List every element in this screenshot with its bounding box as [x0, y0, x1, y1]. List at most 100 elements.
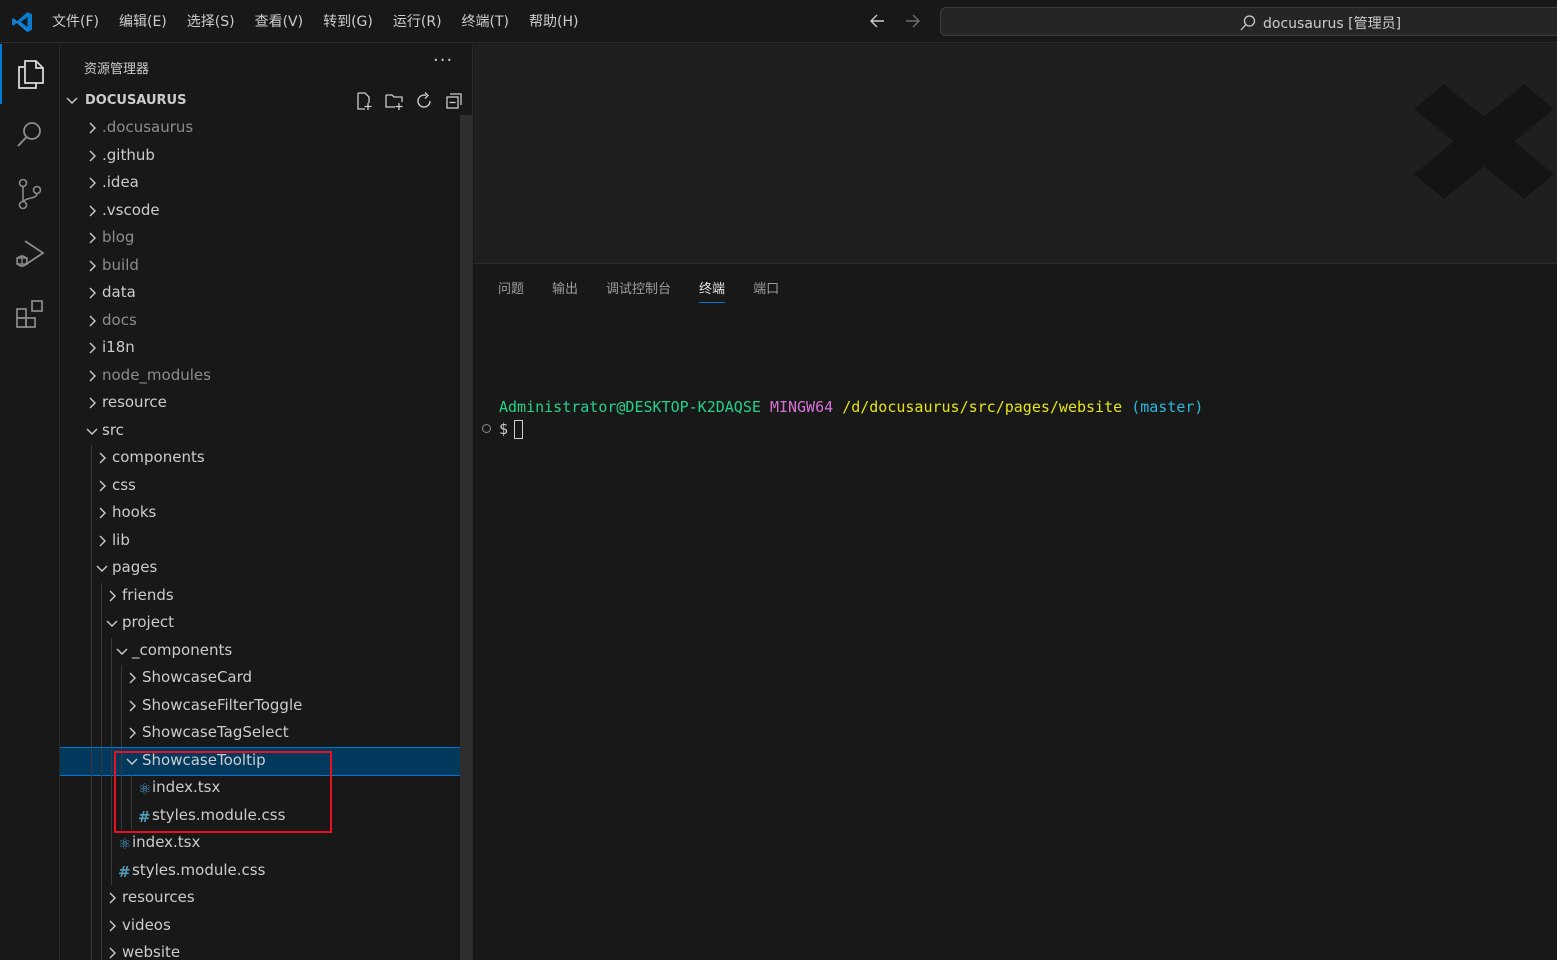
tree-item-label: _components: [132, 640, 233, 659]
tree-folder[interactable]: project: [60, 610, 472, 638]
indent-guide: [91, 472, 92, 500]
activity-run-debug[interactable]: [0, 224, 60, 284]
terminal-input-line: $: [482, 418, 1203, 440]
tree-item-label: website: [122, 943, 181, 960]
tree-folder[interactable]: resource: [60, 390, 472, 418]
tree-item-label: data: [102, 283, 136, 301]
sidebar-scrollbar[interactable]: [460, 115, 472, 960]
go-back-icon[interactable]: [868, 10, 888, 32]
panel-tab[interactable]: 终端: [699, 278, 726, 303]
panel-tab[interactable]: 调试控制台: [606, 278, 671, 303]
chevron-down-icon: [96, 565, 108, 572]
indent-guide: [101, 692, 102, 720]
indent-guide: [91, 692, 92, 720]
more-actions-icon[interactable]: ···: [433, 50, 453, 71]
menu-item[interactable]: 编辑(E): [109, 0, 177, 43]
tree-folder[interactable]: .github: [60, 143, 472, 171]
terminal-output[interactable]: Administrator@DESKTOP-K2DAQSE MINGW64 /d…: [482, 396, 1203, 440]
tree-folder[interactable]: docs: [60, 308, 472, 336]
activity-search[interactable]: [0, 104, 60, 164]
menu-item[interactable]: 终端(T): [452, 0, 519, 43]
chevron-right-icon: [89, 287, 96, 299]
menu-item[interactable]: 选择(S): [177, 0, 245, 43]
new-folder-icon[interactable]: [384, 91, 404, 111]
tree-file[interactable]: # styles.module.css: [60, 857, 472, 885]
editor-area: [474, 44, 1557, 263]
tree-folder[interactable]: ShowcaseTagSelect: [60, 720, 472, 748]
chevron-down-icon: [66, 97, 78, 104]
activity-explorer[interactable]: [0, 44, 60, 104]
menu-item[interactable]: 帮助(H): [519, 0, 588, 43]
tree-folder[interactable]: i18n: [60, 335, 472, 363]
chevron-right-icon: [89, 150, 96, 161]
chevron-right-icon: [109, 947, 116, 959]
tree-folder[interactable]: node_modules: [60, 363, 472, 391]
tree-folder[interactable]: videos: [60, 912, 472, 940]
menu-item[interactable]: 转到(G): [313, 0, 383, 43]
new-file-icon[interactable]: [354, 91, 374, 111]
indent-guide: [91, 747, 92, 775]
indent-guide: [101, 610, 102, 638]
tree-folder[interactable]: ShowcaseFilterToggle: [60, 692, 472, 720]
refresh-icon[interactable]: [414, 91, 434, 111]
tree-item-label: styles.module.css: [132, 860, 266, 879]
terminal-user: Administrator@DESKTOP-K2DAQSE: [499, 398, 761, 416]
command-decoration-icon[interactable]: [482, 424, 491, 433]
indent-guide: [111, 830, 112, 858]
indent-guide: [101, 747, 102, 775]
tree-item-label: src: [102, 420, 124, 439]
navigation-arrows: [868, 10, 922, 32]
terminal-prompt-line: Administrator@DESKTOP-K2DAQSE MINGW64 /d…: [499, 396, 1203, 418]
tree-folder[interactable]: ShowcaseCard: [60, 665, 472, 693]
tree-folder[interactable]: src: [60, 418, 472, 446]
activity-extensions[interactable]: [0, 284, 60, 344]
tree-folder[interactable]: .vscode: [60, 198, 472, 226]
indent-guide: [101, 637, 102, 665]
tree-item-label: .github: [102, 145, 155, 164]
indent-guide: [91, 830, 92, 858]
activity-bar: [0, 44, 60, 960]
css-file-icon: #: [118, 862, 131, 881]
go-forward-icon[interactable]: [902, 10, 922, 32]
sidebar-title: 资源管理器: [84, 62, 150, 77]
panel-tab[interactable]: 问题: [498, 278, 524, 303]
panel-tab[interactable]: 输出: [552, 278, 578, 303]
tree-item-label: components: [112, 448, 205, 466]
tree-folder[interactable]: data: [60, 280, 472, 308]
activity-source-control[interactable]: [0, 164, 60, 224]
command-center-search[interactable]: docusaurus [管理员]: [940, 7, 1557, 36]
tree-item-label: resource: [102, 393, 167, 411]
indent-guide: [101, 940, 102, 960]
menu-item[interactable]: 运行(R): [383, 0, 452, 43]
chevron-down-icon: [116, 648, 128, 655]
panel-tab[interactable]: 端口: [753, 278, 779, 303]
chevron-right-icon: [89, 260, 96, 271]
tree-folder[interactable]: pages: [60, 555, 472, 583]
menu-item[interactable]: 查看(V): [245, 0, 314, 43]
tree-file[interactable]: ⚛ index.tsx: [60, 830, 472, 858]
tree-folder[interactable]: friends: [60, 582, 472, 610]
indent-guide: [101, 885, 102, 913]
indent-guide: [91, 857, 92, 885]
title-bar: 文件(F) 编辑(E) 选择(S) 查看(V) 转到(G) 运行(R) 终端(T) 帮助(H)…: [0, 0, 1557, 43]
menu-item[interactable]: 文件(F): [42, 0, 109, 43]
tree-folder[interactable]: hooks: [60, 500, 472, 528]
tree-folder[interactable]: .docusaurus: [60, 115, 472, 143]
tree-folder[interactable]: resources: [60, 885, 472, 913]
collapse-all-icon[interactable]: [444, 91, 464, 111]
tree-folder[interactable]: blog: [60, 225, 472, 253]
tree-folder[interactable]: website: [60, 940, 472, 960]
indent-guide: [91, 940, 92, 960]
tree-item-label: ShowcaseFilterToggle: [142, 695, 303, 714]
tree-folder[interactable]: lib: [60, 527, 472, 555]
tree-folder[interactable]: components: [60, 445, 472, 473]
workspace-root[interactable]: DOCUSAURUS: [60, 88, 472, 115]
tree-folder[interactable]: css: [60, 472, 472, 500]
chevron-down-icon: [106, 620, 118, 627]
tree-folder[interactable]: .idea: [60, 170, 472, 198]
tree-item-label: resources: [122, 888, 195, 906]
tree-folder[interactable]: _components: [60, 637, 472, 665]
indent-guide: [111, 775, 112, 803]
terminal-path: /d/docusaurus/src/pages/website: [842, 398, 1123, 416]
tree-folder[interactable]: build: [60, 253, 472, 281]
